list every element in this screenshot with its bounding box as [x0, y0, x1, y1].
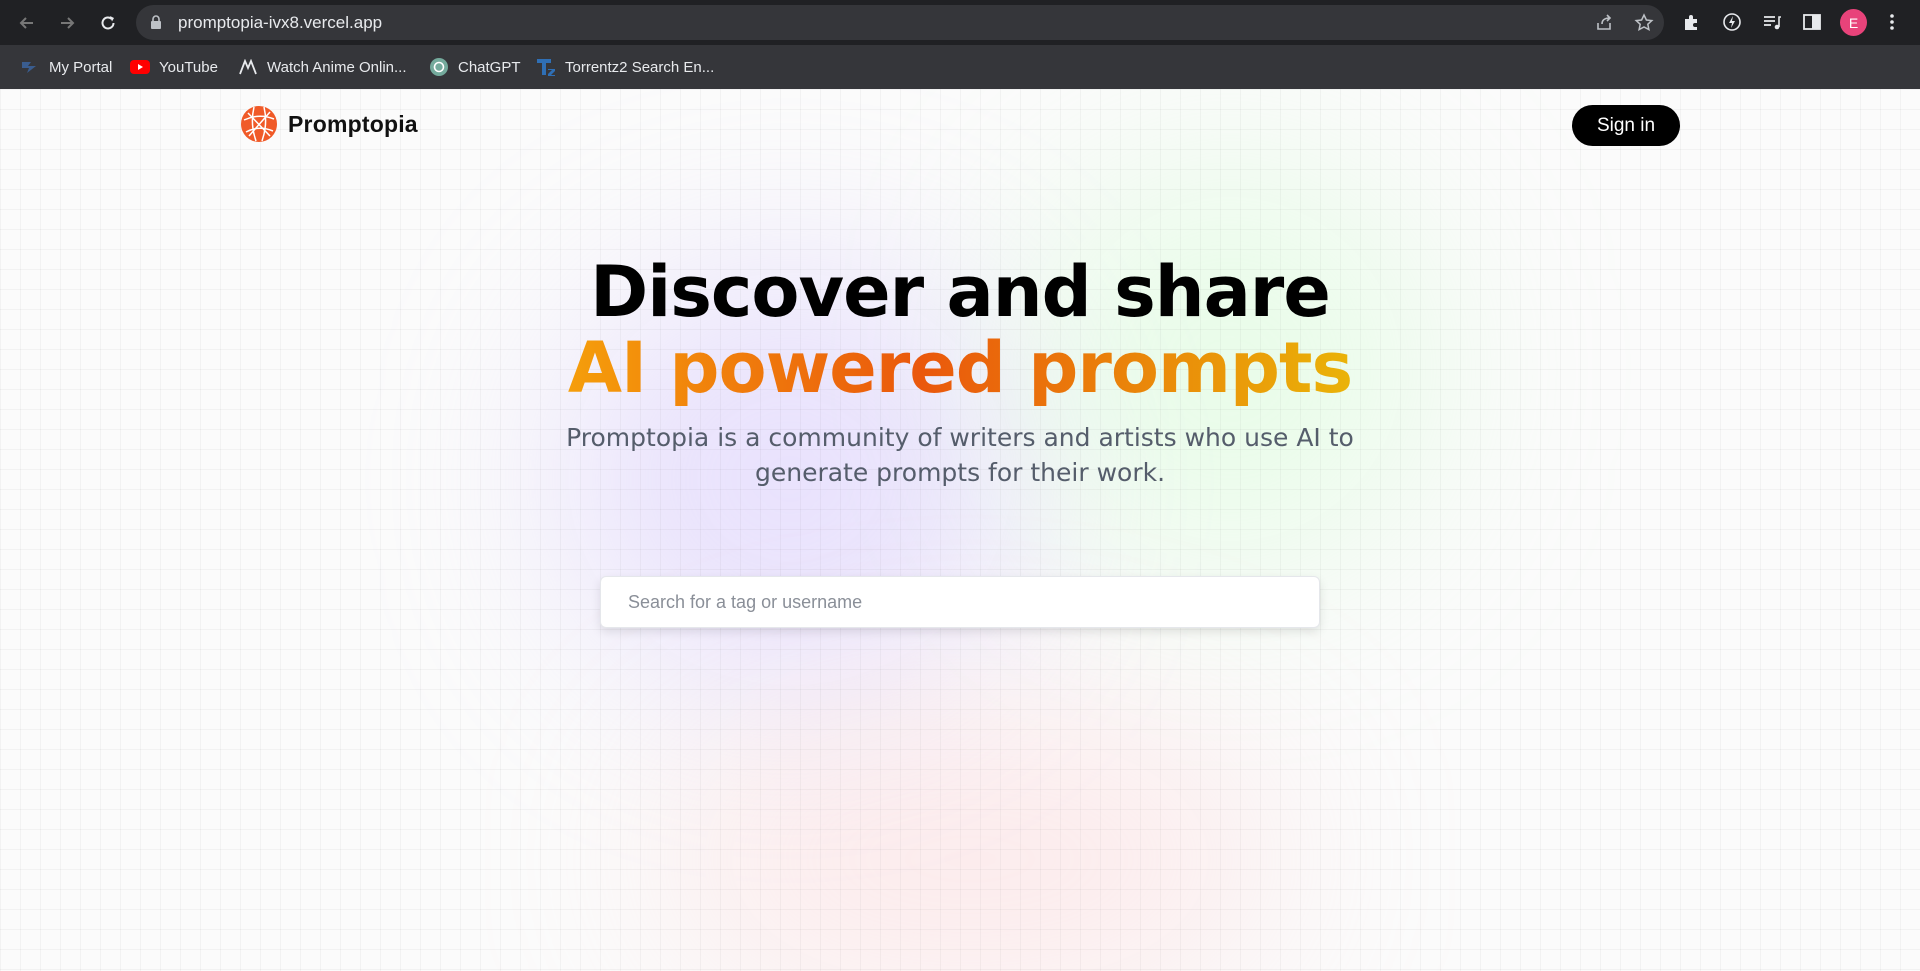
background-grid — [0, 89, 1920, 971]
bookmarks-bar: My Portal YouTube Watch Anime Onlin... C… — [0, 45, 1920, 90]
extensions-button[interactable] — [1680, 10, 1704, 34]
more-vert-icon — [1890, 14, 1894, 30]
bookmark-torrentz[interactable]: Torrentz2 Search En... — [536, 56, 714, 78]
reload-button[interactable] — [96, 11, 120, 35]
menu-button[interactable] — [1880, 10, 1904, 34]
address-bar[interactable]: promptopia-ivx8.vercel.app — [136, 5, 1664, 40]
forward-arrow-icon — [61, 17, 75, 29]
hero-description: Promptopia is a community of writers and… — [566, 423, 1354, 487]
lock-icon — [151, 15, 161, 29]
page-viewport: Promptopia Sign in Discover and share AI… — [0, 89, 1920, 971]
extension-button[interactable] — [1720, 10, 1744, 34]
side-panel-button[interactable] — [1800, 10, 1824, 34]
brand-name: Promptopia — [288, 110, 418, 137]
extension-bolt-icon — [1723, 13, 1741, 31]
sign-in-button[interactable]: Sign in — [1572, 105, 1680, 146]
bookmark-label: YouTube — [159, 58, 218, 76]
side-panel-icon — [1803, 14, 1821, 30]
torrentz-icon — [536, 58, 556, 76]
search-input[interactable] — [626, 590, 1310, 614]
puzzle-icon — [1685, 15, 1697, 30]
playlist-icon — [1764, 16, 1781, 30]
bookmark-my-portal[interactable]: My Portal — [20, 56, 112, 78]
hero-title-line-1: Discover and share — [590, 251, 1331, 333]
brand-logo-link[interactable]: Promptopia — [240, 105, 418, 143]
profile-avatar[interactable]: E — [1840, 9, 1867, 36]
bookmark-star-icon[interactable] — [1634, 13, 1654, 33]
bookmark-label: Torrentz2 Search En... — [565, 58, 715, 76]
hero-section: Discover and share AI powered prompts Pr… — [0, 254, 1920, 490]
bookmark-label: ChatGPT — [458, 58, 521, 76]
hero-title-line-2: AI powered prompts — [567, 327, 1353, 409]
back-arrow-icon — [19, 17, 33, 29]
bookmark-label: My Portal — [49, 58, 113, 76]
reload-icon — [101, 16, 115, 30]
media-button[interactable] — [1760, 10, 1784, 34]
logo-icon — [241, 106, 277, 142]
chatgpt-icon — [429, 58, 449, 76]
bookmark-chatgpt[interactable]: ChatGPT — [429, 56, 521, 78]
url-text: promptopia-ivx8.vercel.app — [178, 13, 383, 32]
bookmark-youtube[interactable]: YouTube — [130, 56, 218, 78]
anime-icon — [238, 58, 258, 76]
share-icon[interactable] — [1594, 13, 1614, 33]
bookmark-watch-anime[interactable]: Watch Anime Onlin... — [238, 56, 407, 78]
portal-icon — [20, 58, 40, 76]
youtube-icon — [130, 58, 150, 76]
search-form — [600, 576, 1320, 628]
forward-button[interactable] — [55, 11, 79, 35]
browser-toolbar: promptopia-ivx8.vercel.app E — [0, 0, 1920, 45]
back-button[interactable] — [15, 11, 39, 35]
bookmark-label: Watch Anime Onlin... — [267, 58, 407, 76]
